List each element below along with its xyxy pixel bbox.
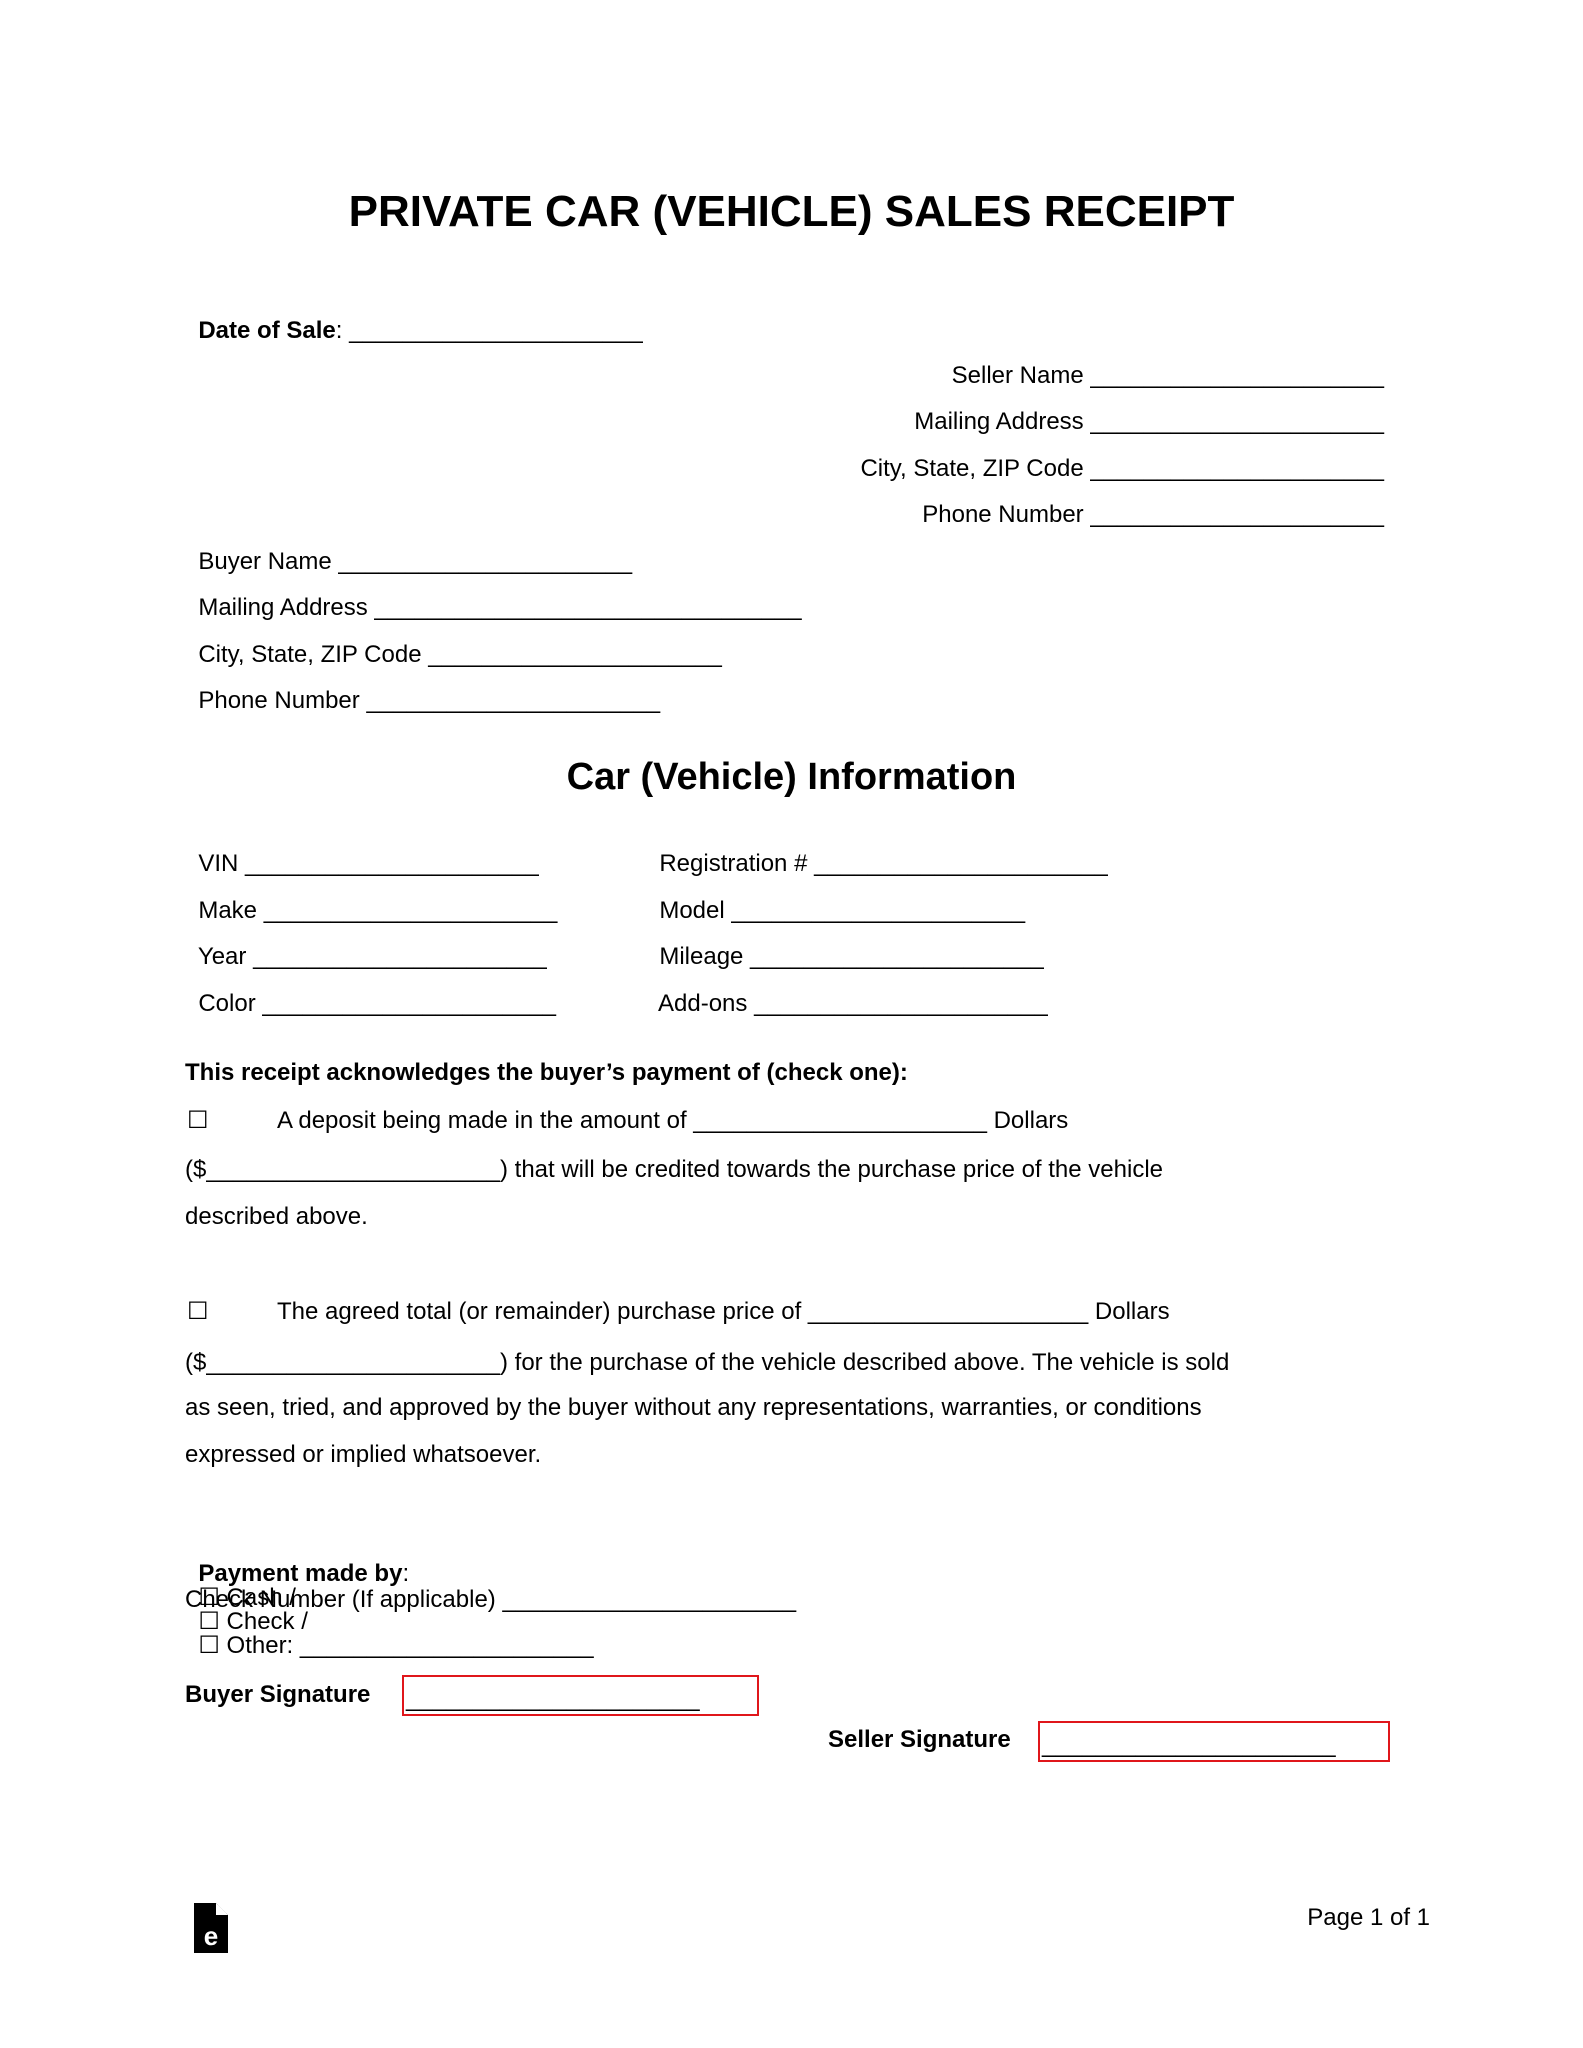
vin-field[interactable]: ______________________ bbox=[238, 850, 539, 877]
buyer-city-label: City, State, ZIP Code bbox=[198, 641, 422, 668]
buyer-name-label: Buyer Name bbox=[198, 548, 332, 575]
buyer-city-field[interactable]: ______________________ bbox=[422, 641, 722, 668]
deposit-line-1: A deposit being made in the amount of __… bbox=[277, 1107, 1069, 1134]
vin-label: VIN bbox=[198, 850, 239, 877]
date-of-sale-label: Date of Sale bbox=[198, 317, 336, 344]
addons-field[interactable]: ______________________ bbox=[747, 990, 1048, 1017]
seller-address-field[interactable]: ______________________ bbox=[1084, 408, 1384, 435]
model-field[interactable]: ______________________ bbox=[725, 897, 1025, 924]
buyer-phone-field[interactable]: ______________________ bbox=[360, 687, 660, 714]
date-of-sale-field[interactable]: ______________________ bbox=[342, 317, 643, 344]
payment-method-label: Payment made by bbox=[198, 1560, 403, 1587]
buyer-signature-field[interactable]: ______________________ bbox=[402, 1675, 759, 1716]
seller-signature-line: ______________________ bbox=[1042, 1731, 1336, 1758]
buyer-phone-row: Phone Number ______________________ bbox=[185, 665, 660, 713]
color-row: Color ______________________ bbox=[185, 968, 556, 1016]
seller-phone-row: Phone Number ______________________ bbox=[770, 479, 1384, 527]
registration-label: Registration # bbox=[659, 850, 808, 877]
model-label: Model bbox=[659, 897, 725, 924]
payment-method-colon: : bbox=[402, 1560, 410, 1587]
vehicle-info-heading: Car (Vehicle) Information bbox=[566, 756, 1017, 798]
make-field[interactable]: ______________________ bbox=[257, 897, 558, 924]
seller-phone-label: Phone Number bbox=[922, 501, 1084, 528]
addons-row: Add-ons ______________________ bbox=[646, 968, 1048, 1016]
check-number-row[interactable]: Check Number (If applicable) ___________… bbox=[185, 1588, 796, 1612]
svg-text:e: e bbox=[204, 1921, 218, 1951]
seller-name-label: Seller Name bbox=[951, 362, 1084, 389]
seller-address-label: Mailing Address bbox=[914, 408, 1084, 435]
buyer-address-label: Mailing Address bbox=[198, 594, 368, 621]
vin-row: VIN ______________________ bbox=[185, 828, 539, 877]
date-of-sale-row: Date of Sale: ______________________ bbox=[185, 295, 643, 344]
buyer-name-row: Buyer Name ______________________ bbox=[185, 526, 632, 574]
seller-name-field[interactable]: ______________________ bbox=[1084, 362, 1384, 389]
color-label: Color bbox=[198, 990, 256, 1017]
deposit-line-2: ($______________________) that will be c… bbox=[185, 1156, 1163, 1183]
total-line-1: The agreed total (or remainder) purchase… bbox=[277, 1298, 1170, 1325]
total-line-3: as seen, tried, and approved by the buye… bbox=[185, 1394, 1202, 1421]
page-number: Page 1 of 1 bbox=[1307, 1904, 1430, 1931]
mileage-field[interactable]: ______________________ bbox=[743, 943, 1044, 970]
buyer-signature-line: ______________________ bbox=[406, 1685, 700, 1712]
buyer-signature-label: Buyer Signature bbox=[185, 1681, 371, 1708]
make-row: Make ______________________ bbox=[185, 875, 557, 923]
color-field[interactable]: ______________________ bbox=[256, 990, 556, 1017]
buyer-phone-label: Phone Number bbox=[198, 687, 360, 714]
registration-field[interactable]: ______________________ bbox=[807, 850, 1108, 877]
other-checkbox[interactable]: ☐ bbox=[198, 1632, 220, 1659]
document-title: PRIVATE CAR (VEHICLE) SALES RECEIPT bbox=[348, 187, 1235, 236]
make-label: Make bbox=[198, 897, 258, 924]
mileage-label: Mileage bbox=[659, 943, 744, 970]
buyer-address-field[interactable]: ________________________________ bbox=[368, 594, 801, 621]
seller-signature-label: Seller Signature bbox=[828, 1726, 1011, 1753]
deposit-line-3: described above. bbox=[185, 1203, 368, 1230]
eforms-logo-icon: e bbox=[194, 1903, 228, 1953]
seller-city-row: City, State, ZIP Code __________________… bbox=[670, 433, 1384, 481]
total-line-2: ($______________________) for the purcha… bbox=[185, 1349, 1230, 1376]
model-row: Model ______________________ bbox=[646, 875, 1025, 923]
total-line-4: expressed or implied whatsoever. bbox=[185, 1441, 542, 1468]
seller-signature-field[interactable]: ______________________ bbox=[1038, 1721, 1390, 1762]
buyer-name-field[interactable]: ______________________ bbox=[332, 548, 632, 575]
seller-phone-field[interactable]: ______________________ bbox=[1084, 501, 1384, 528]
seller-address-row: Mailing Address ______________________ bbox=[770, 386, 1384, 434]
buyer-city-row: City, State, ZIP Code __________________… bbox=[185, 619, 722, 667]
year-row: Year ______________________ bbox=[185, 921, 547, 969]
mileage-row: Mileage ______________________ bbox=[646, 921, 1044, 970]
registration-row: Registration # ______________________ bbox=[646, 828, 1108, 877]
seller-name-row: Seller Name ______________________ bbox=[770, 340, 1384, 388]
seller-city-label: City, State, ZIP Code bbox=[860, 455, 1084, 482]
year-field[interactable]: ______________________ bbox=[246, 943, 547, 970]
total-checkbox[interactable]: ☐ bbox=[187, 1300, 209, 1324]
buyer-address-row: Mailing Address ________________________… bbox=[185, 572, 801, 621]
seller-city-field[interactable]: ______________________ bbox=[1084, 455, 1384, 482]
year-label: Year bbox=[197, 943, 247, 970]
payment-heading: This receipt acknowledges the buyer’s pa… bbox=[185, 1059, 908, 1086]
deposit-checkbox[interactable]: ☐ bbox=[187, 1109, 209, 1133]
addons-label: Add-ons bbox=[658, 990, 748, 1017]
other-field[interactable]: Other: ______________________ bbox=[227, 1632, 594, 1659]
